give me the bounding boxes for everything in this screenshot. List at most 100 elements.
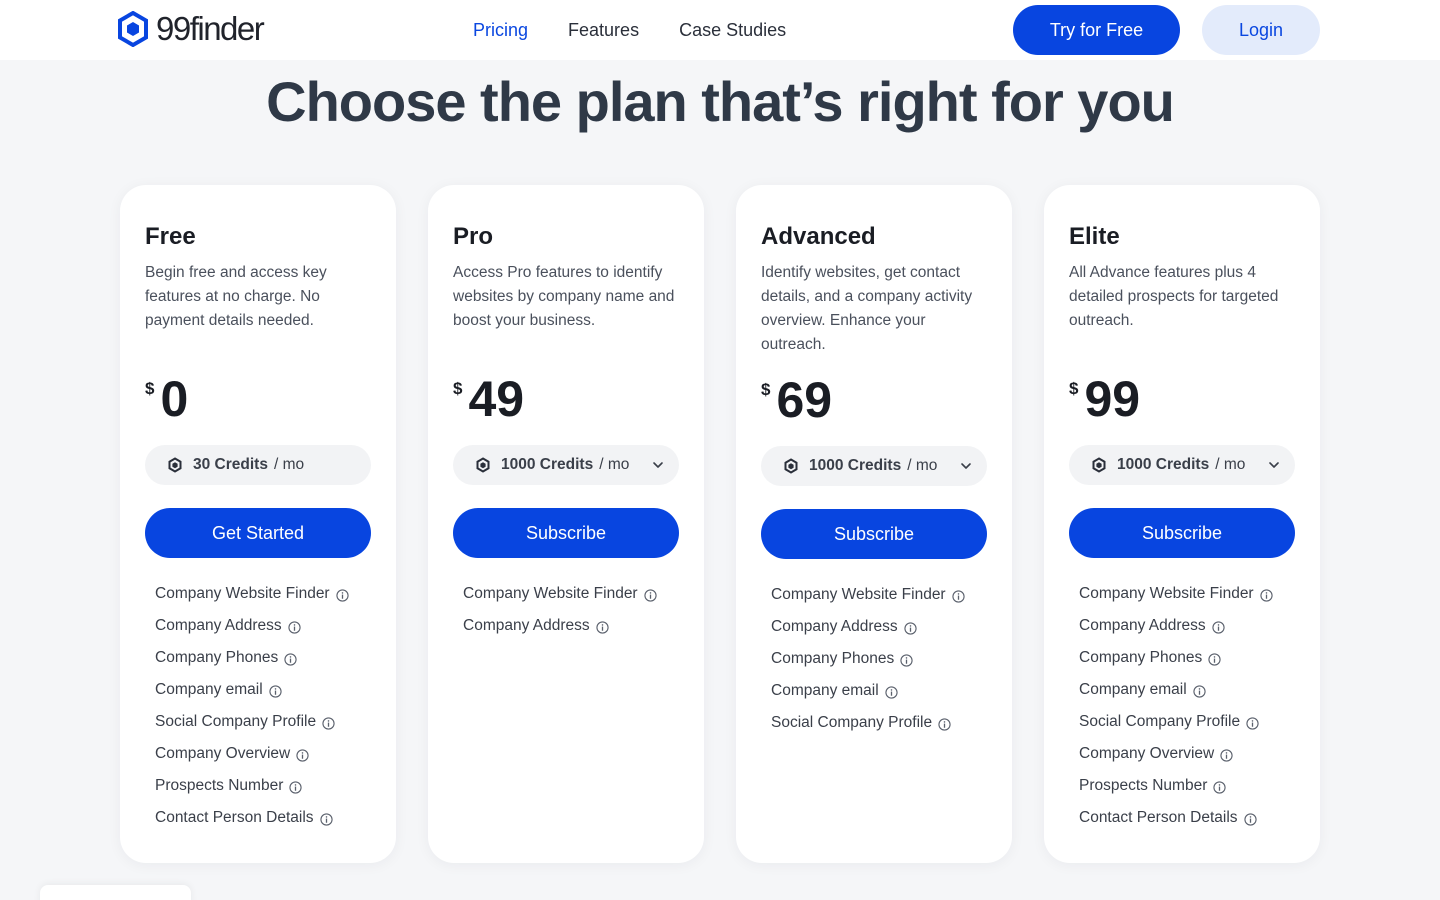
info-icon[interactable]: [335, 588, 349, 602]
info-icon[interactable]: [900, 653, 913, 667]
chevron-down-icon: [959, 459, 973, 473]
info-icon[interactable]: [1246, 716, 1259, 730]
feature-item: Prospects Number: [155, 770, 349, 802]
feature-item: Company Website Finder: [1079, 578, 1273, 610]
get-started-button[interactable]: Get Started: [145, 508, 371, 558]
feature-list: Company Website Finder Company Address Com…: [771, 579, 965, 739]
price-amount: 49: [468, 371, 525, 427]
feature-list: Company Website Finder Company Address Com…: [1079, 578, 1273, 834]
feature-label: Contact Person Details: [1079, 809, 1238, 826]
info-icon[interactable]: [288, 620, 301, 634]
feature-label: Company Phones: [771, 650, 895, 667]
feature-item: Social Company Profile: [155, 706, 349, 738]
plan-card-free: Free Begin free and access key features a…: [120, 185, 396, 863]
subscribe-button[interactable]: Subscribe: [453, 508, 679, 558]
info-icon[interactable]: [289, 780, 302, 794]
feature-item: Company Overview: [1079, 738, 1273, 770]
info-icon[interactable]: [319, 812, 333, 826]
feature-list: Company Website Finder Company Address: [463, 578, 657, 642]
subscribe-button[interactable]: Subscribe: [761, 509, 987, 559]
feature-label: Company Website Finder: [771, 586, 946, 603]
info-icon[interactable]: [951, 589, 965, 603]
info-icon[interactable]: [1220, 748, 1233, 762]
plan-description: Identify websites, get contact details, …: [761, 264, 973, 353]
nav-case-studies[interactable]: Case Studies: [679, 18, 786, 42]
info-icon[interactable]: [1212, 620, 1225, 634]
feature-item: Company Website Finder: [155, 578, 349, 610]
plan-price: $69: [761, 372, 832, 428]
plan-name: Pro: [453, 223, 494, 250]
credits-period: / mo: [273, 456, 305, 473]
plan-name: Advanced: [761, 223, 876, 250]
info-icon[interactable]: [904, 621, 917, 635]
feature-label: Company Overview: [1079, 745, 1215, 762]
feature-label: Company Website Finder: [155, 585, 330, 602]
feature-label: Company Phones: [1079, 649, 1203, 666]
feature-item: Social Company Profile: [1079, 706, 1273, 738]
feature-item: Contact Person Details: [1079, 802, 1273, 834]
credits-coin-icon: [783, 458, 799, 474]
feature-item: Company Overview: [155, 738, 349, 770]
feature-label: Company Address: [155, 617, 282, 634]
feature-label: Company Website Finder: [463, 585, 638, 602]
info-icon[interactable]: [643, 588, 657, 602]
plan-price: $0: [145, 371, 188, 427]
credits-coin-icon: [1091, 457, 1107, 473]
plan-card-elite: Elite All Advance features plus 4 detaile…: [1044, 185, 1320, 863]
info-icon[interactable]: [269, 684, 282, 698]
logo[interactable]: 99finder: [118, 10, 265, 47]
credits-selector[interactable]: 1000 Credits / mo: [761, 446, 987, 486]
floating-widget-tab[interactable]: [40, 885, 191, 900]
price-currency: $: [1069, 379, 1079, 398]
logo-text: 99finder: [156, 10, 265, 47]
info-icon[interactable]: [1213, 780, 1226, 794]
feature-item: Contact Person Details: [155, 802, 349, 834]
feature-list: Company Website Finder Company Address Com…: [155, 578, 349, 834]
credits-selector: 30 Credits / mo: [145, 445, 371, 485]
info-icon[interactable]: [322, 716, 335, 730]
try-for-free-button[interactable]: Try for Free: [1013, 5, 1180, 55]
feature-item: Company email: [1079, 674, 1273, 706]
feature-label: Company Overview: [155, 745, 291, 762]
feature-item: Company Address: [1079, 610, 1273, 642]
info-icon[interactable]: [1193, 684, 1206, 698]
nav-features[interactable]: Features: [568, 18, 639, 42]
feature-label: Company Address: [771, 618, 898, 635]
nav-pricing[interactable]: Pricing: [473, 18, 528, 42]
feature-item: Company Address: [771, 611, 965, 643]
credits-selector[interactable]: 1000 Credits / mo: [1069, 445, 1295, 485]
info-icon[interactable]: [1208, 652, 1221, 666]
feature-label: Company Website Finder: [1079, 585, 1254, 602]
plan-price: $99: [1069, 371, 1140, 427]
info-icon[interactable]: [596, 620, 609, 634]
credits-period: / mo: [599, 456, 630, 473]
info-icon[interactable]: [284, 652, 297, 666]
info-icon[interactable]: [1259, 588, 1273, 602]
plan-name: Elite: [1069, 223, 1120, 250]
feature-item: Company Phones: [155, 642, 349, 674]
subscribe-button[interactable]: Subscribe: [1069, 508, 1295, 558]
site-header: 99finder Pricing Features Case Studies T…: [0, 0, 1440, 60]
feature-label: Company Address: [1079, 617, 1206, 634]
feature-item: Company Website Finder: [463, 578, 657, 610]
feature-label: Social Company Profile: [155, 713, 317, 730]
chevron-down-icon: [651, 458, 665, 472]
price-currency: $: [145, 379, 155, 398]
login-button[interactable]: Login: [1202, 5, 1320, 55]
info-icon[interactable]: [1243, 812, 1257, 826]
feature-label: Social Company Profile: [771, 714, 933, 731]
feature-item: Company Address: [463, 610, 657, 642]
price-amount: 0: [160, 371, 189, 427]
info-icon[interactable]: [938, 717, 951, 731]
feature-item: Company Address: [155, 610, 349, 642]
pricing-cards: Free Begin free and access key features a…: [120, 185, 1320, 863]
plan-description: Access Pro features to identify websites…: [453, 264, 675, 329]
credits-selector[interactable]: 1000 Credits / mo: [453, 445, 679, 485]
plan-description: Begin free and access key features at no…: [145, 264, 327, 329]
feature-label: Prospects Number: [1079, 777, 1208, 794]
price-amount: 69: [776, 372, 833, 428]
info-icon[interactable]: [296, 748, 309, 762]
plan-card-advanced: Advanced Identify websites, get contact d…: [736, 185, 1012, 863]
info-icon[interactable]: [885, 685, 898, 699]
feature-item: Company Phones: [1079, 642, 1273, 674]
